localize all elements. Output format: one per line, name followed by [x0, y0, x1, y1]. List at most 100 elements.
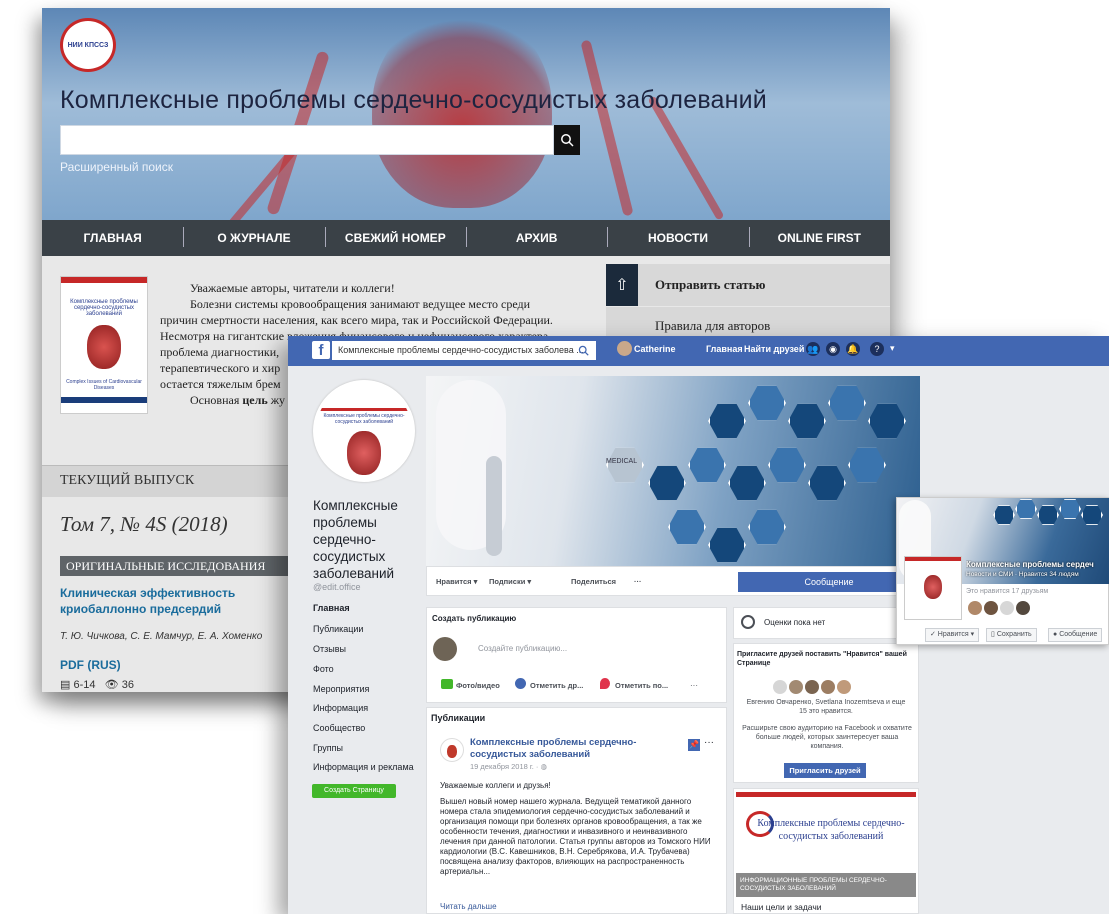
share-button[interactable]: Поделиться	[571, 577, 616, 586]
nav-current[interactable]: СВЕЖИЙ НОМЕР	[324, 227, 466, 247]
like-button[interactable]: Нравится ▾	[436, 577, 477, 586]
friends-icon[interactable]: 👥	[806, 342, 820, 356]
intro-greeting: Уважаемые авторы, читатели и коллеги!	[190, 281, 395, 295]
user-name[interactable]: Catherine	[634, 344, 676, 354]
home-link[interactable]: Главная	[706, 344, 743, 354]
globe-icon: ◍	[540, 762, 548, 771]
hover-card-profile-picture[interactable]	[904, 556, 962, 620]
nav-about[interactable]: О ЖУРНАЛЕ	[183, 227, 324, 247]
composer-input[interactable]: Создайте публикацию...	[478, 644, 567, 653]
friend-avatar[interactable]	[805, 680, 819, 694]
hover-save-button[interactable]: ▯ Сохранить	[986, 628, 1037, 642]
help-icon[interactable]: ?	[870, 342, 884, 356]
notifications-icon[interactable]: 🔔	[846, 342, 860, 356]
page-nav-community[interactable]: Сообщество	[313, 723, 365, 733]
journal-header: НИИ КПССЗ Комплексные проблемы сердечно-…	[42, 8, 890, 220]
cover-footer: Complex Issues of Cardiovascular Disease…	[66, 379, 142, 391]
friend-avatar[interactable]	[789, 680, 803, 694]
photo-icon	[441, 679, 453, 689]
friend-avatar[interactable]	[821, 680, 835, 694]
article-pages: 6-14	[73, 679, 96, 691]
chevron-down-icon[interactable]: ▾	[890, 343, 895, 354]
page-nav-groups[interactable]: Группы	[313, 743, 343, 753]
hover-like-button[interactable]: ✓ Нравится ▾	[925, 628, 980, 642]
search-button[interactable]	[554, 125, 580, 155]
pdf-link[interactable]: PDF (RUS)	[60, 658, 121, 672]
profile-logo-text: Комплексные проблемы сердечно-сосудистых…	[323, 413, 405, 425]
friend-avatar[interactable]	[968, 601, 982, 615]
post-author-name[interactable]: Комплексные проблемы сердечно-сосудистых…	[470, 737, 680, 761]
page-handle[interactable]: @edit.office	[313, 582, 361, 592]
post-author-avatar[interactable]	[440, 738, 464, 762]
submit-article-label: Отправить статью	[655, 277, 766, 292]
hover-card-name[interactable]: Комплексные проблемы сердеч	[966, 560, 1108, 569]
page-nav-reviews[interactable]: Отзывы	[313, 644, 346, 654]
article-title-link[interactable]: Клиническая эффективность криобаллонно п…	[60, 585, 320, 617]
cover-heart-image	[87, 325, 121, 369]
hover-message-label: Сообщение	[1059, 631, 1098, 638]
promo-caption[interactable]: Наши цели и задачи	[741, 902, 822, 912]
nav-online-first[interactable]: ONLINE FIRST	[748, 227, 890, 247]
friend-avatar[interactable]	[984, 601, 998, 615]
rating-icon	[741, 615, 755, 629]
section-title: ОРИГИНАЛЬНЫЕ ИССЛЕДОВАНИЯ	[66, 559, 266, 573]
create-page-button[interactable]: Создать Страницу	[312, 784, 396, 798]
tag-friends-button[interactable]: Отметить др...	[530, 681, 583, 690]
rating-card	[733, 607, 919, 639]
post-greeting: Уважаемые коллеги и друзья!	[440, 781, 551, 790]
issue-volume[interactable]: Том 7, № 4S (2018)	[60, 512, 228, 537]
eye-icon: 👁	[104, 679, 119, 691]
follow-button[interactable]: Подписки ▾	[489, 577, 531, 586]
journal-logo[interactable]: НИИ КПССЗ	[60, 18, 116, 72]
document-icon: ▤	[60, 679, 71, 691]
find-friends-link[interactable]: Найти друзей	[744, 344, 804, 354]
page-nav-events[interactable]: Мероприятия	[313, 684, 369, 694]
friend-avatar[interactable]	[837, 680, 851, 694]
promo-logo-text: Комплексные проблемы сердечно-сосудистых…	[757, 818, 905, 842]
more-button[interactable]: ···	[634, 577, 642, 586]
page-nav-photos[interactable]: Фото	[313, 664, 334, 674]
read-more-link[interactable]: Читать дальше	[440, 902, 497, 911]
facebook-logo-icon[interactable]: f	[312, 341, 330, 359]
invite-title: Пригласите друзей поставить "Нравится" в…	[737, 651, 907, 667]
composer-more-button[interactable]: ···	[690, 681, 698, 690]
nav-archive[interactable]: АРХИВ	[465, 227, 607, 247]
post-date[interactable]: 19 декабря 2018 г. · ◍	[470, 762, 547, 771]
search-icon[interactable]	[578, 343, 589, 361]
goal-suffix: жу	[270, 393, 285, 407]
post-options-icon[interactable]: ···	[704, 737, 714, 748]
hover-message-button[interactable]: ● Сообщение	[1048, 628, 1103, 642]
nav-news[interactable]: НОВОСТИ	[607, 227, 748, 247]
message-button[interactable]: Сообщение	[738, 572, 920, 592]
promo-overlay-text: ИНФОРМАЦИОННЫЕ ПРОБЛЕМЫ СЕРДЕЧНО-СОСУДИС…	[740, 877, 887, 892]
bookmark-icon: ▯	[991, 631, 995, 638]
page-nav-home[interactable]: Главная	[313, 603, 350, 613]
cover-title: Комплексные проблемы сердечно-сосудистых…	[70, 299, 138, 317]
page-avatar[interactable]	[433, 637, 457, 661]
advanced-search-link[interactable]: Расширенный поиск	[60, 160, 173, 174]
journal-cover[interactable]: Комплексные проблемы сердечно-сосудистых…	[60, 276, 148, 414]
page-cover-photo[interactable]: MEDICAL	[426, 376, 920, 566]
nav-home[interactable]: ГЛАВНАЯ	[42, 231, 183, 245]
invite-promo-text: Расширьте свою аудиторию на Facebook и о…	[742, 725, 912, 750]
author-rules-label: Правила для авторов	[655, 318, 771, 333]
photo-video-button[interactable]: Фото/видео	[456, 681, 500, 690]
facebook-search-input[interactable]: Комплексные проблемы сердечно-сосудистых…	[332, 341, 596, 360]
page-nav-posts[interactable]: Публикации	[313, 624, 363, 634]
friends-like-text: Евгению Овчаренко, Svetlana Inozemtseva …	[746, 699, 906, 715]
check-in-button[interactable]: Отметить по...	[615, 681, 668, 690]
page-name[interactable]: Комплексные проблемы сердечно-сосудистых…	[313, 497, 423, 582]
user-avatar[interactable]	[617, 341, 632, 356]
messenger-icon[interactable]: ◉	[826, 342, 840, 356]
pin-icon[interactable]: 📌	[688, 739, 700, 751]
search-input[interactable]	[60, 125, 554, 155]
page-profile-picture[interactable]: Комплексные проблемы сердечно-сосудистых…	[313, 380, 415, 482]
friend-avatar[interactable]	[773, 680, 787, 694]
invite-friends-button[interactable]: Пригласить друзей	[784, 763, 866, 778]
post-date-text: 19 декабря 2018 г. ·	[470, 762, 541, 771]
friend-avatar[interactable]	[1000, 601, 1014, 615]
article-authors: Т. Ю. Чичкова, С. Е. Мамчур, Е. А. Хомен…	[60, 631, 263, 642]
page-nav-ads-info[interactable]: Информация и реклама	[313, 762, 414, 772]
friend-avatar[interactable]	[1016, 601, 1030, 615]
page-nav-about[interactable]: Информация	[313, 703, 368, 713]
